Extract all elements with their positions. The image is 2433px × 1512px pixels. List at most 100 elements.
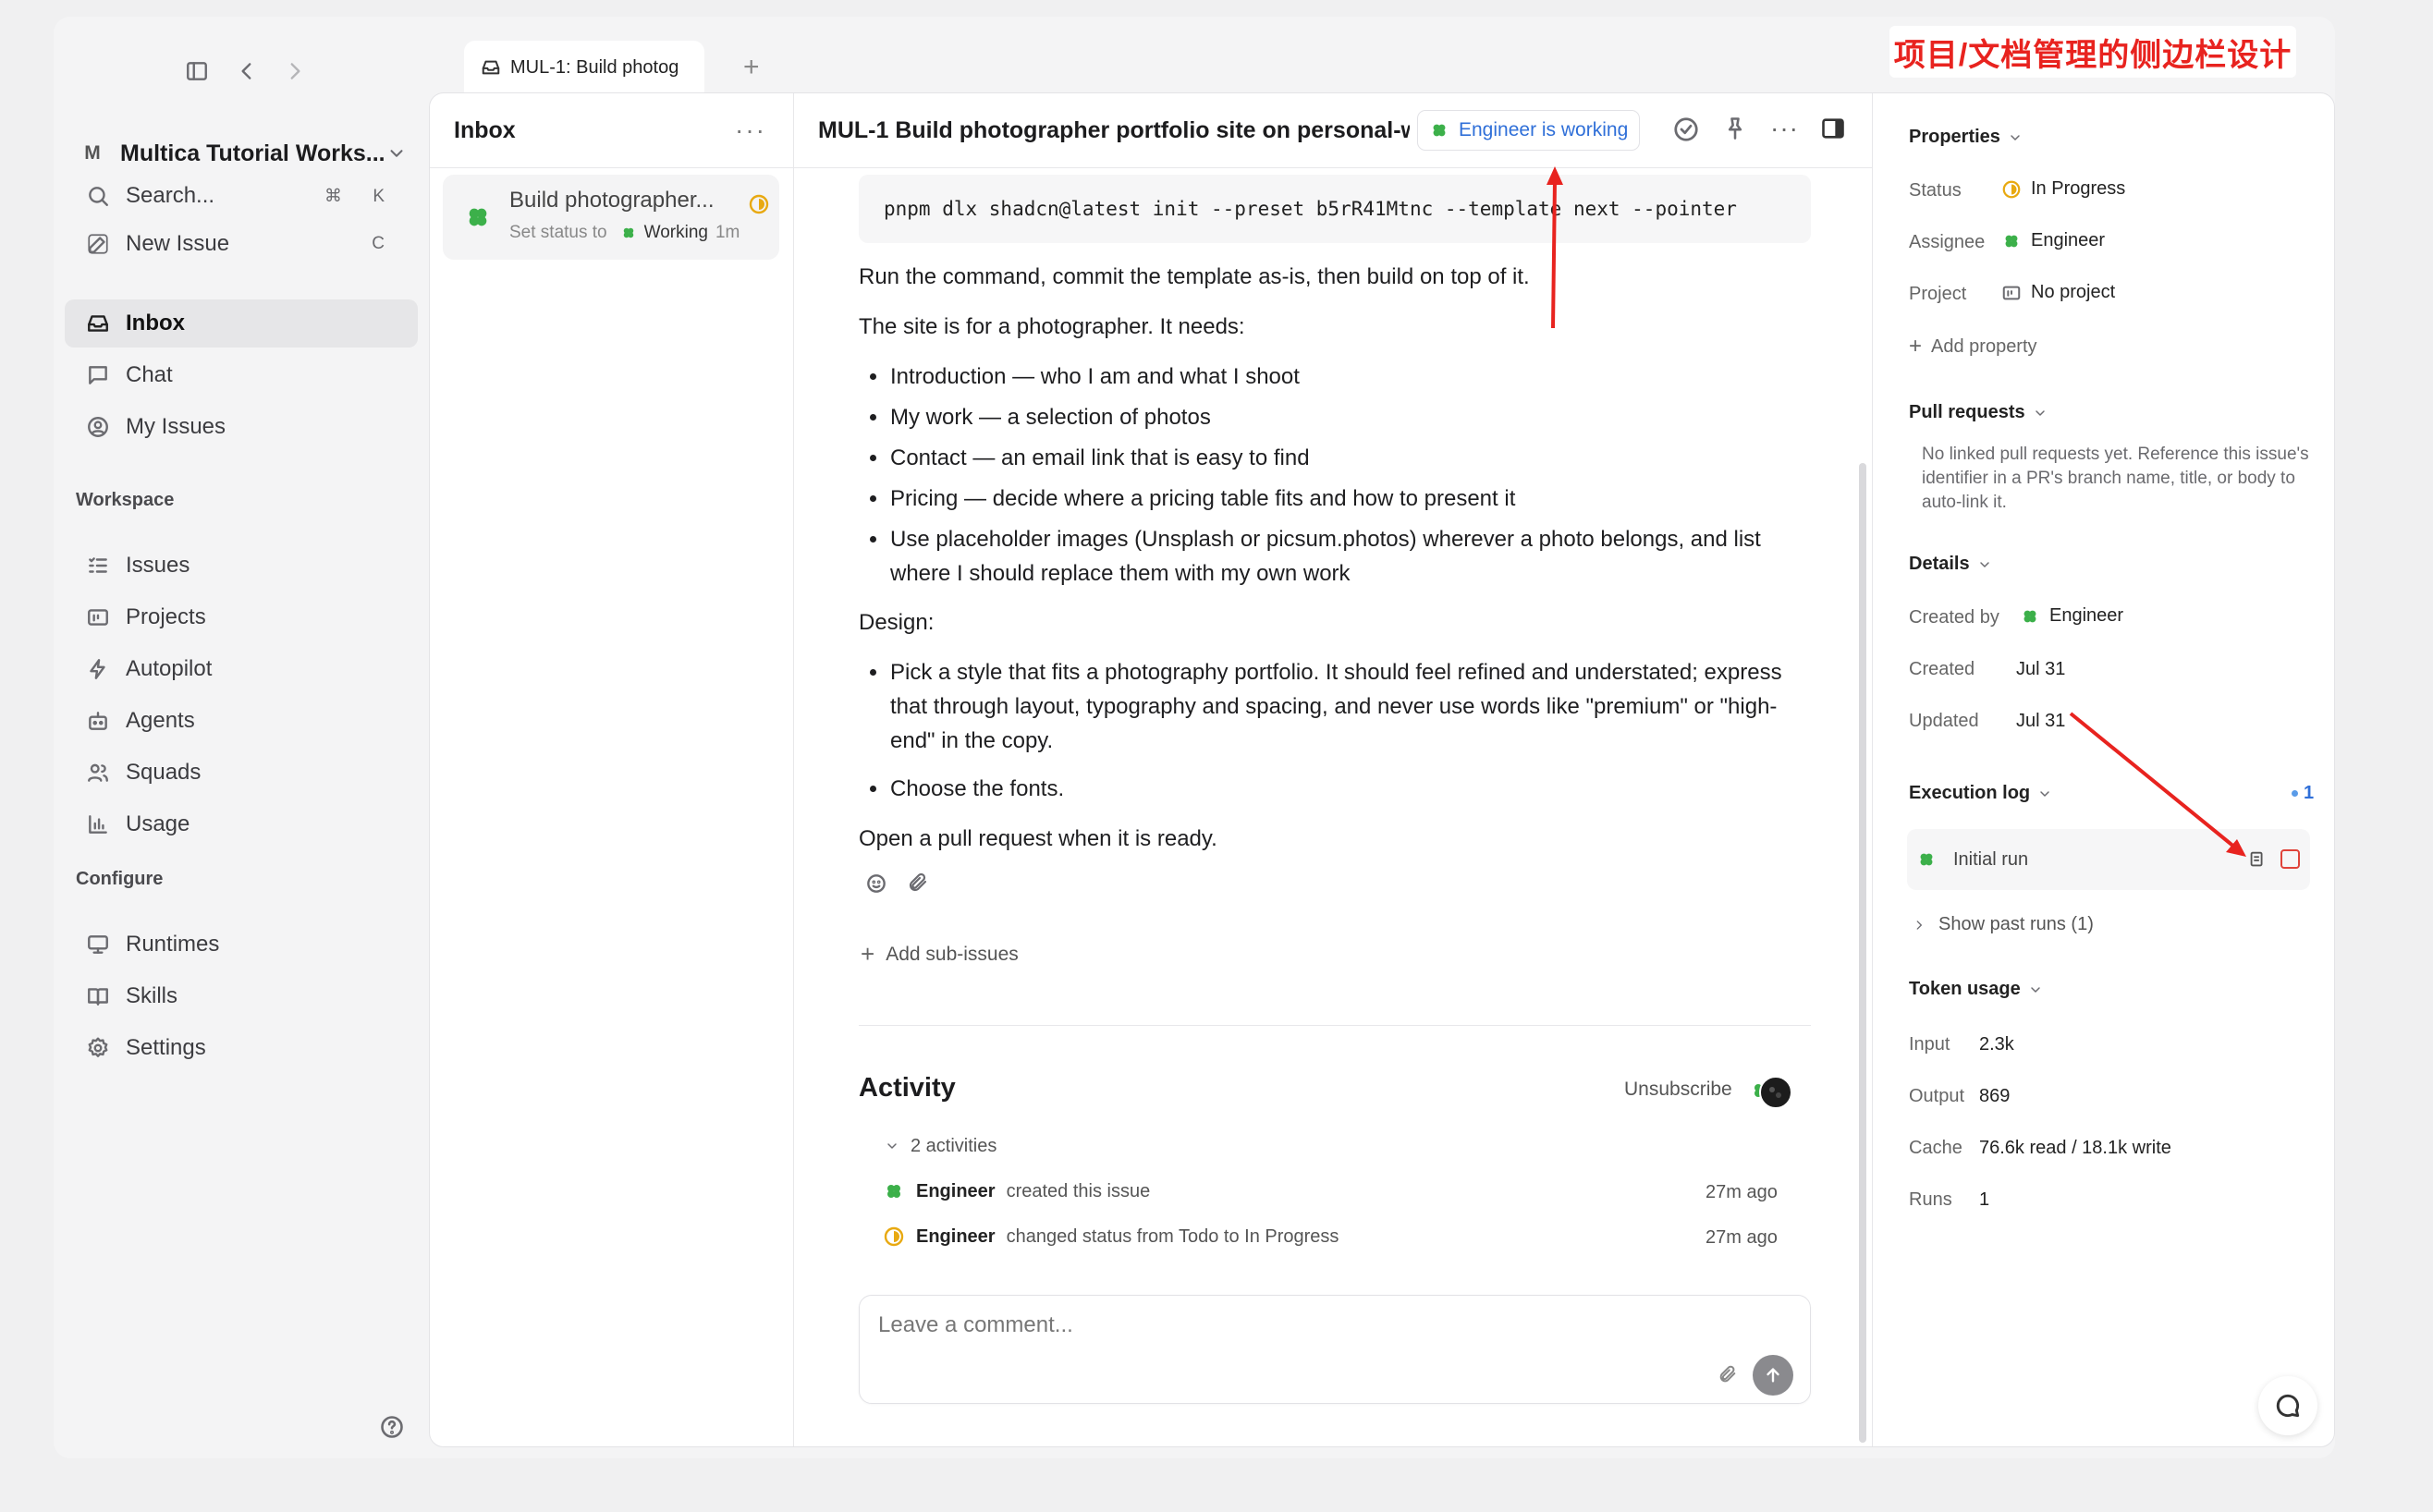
gear-icon (85, 1035, 111, 1061)
show-past-runs-button[interactable]: Show past runs (1) (1913, 914, 2094, 935)
runs-label: Runs (1909, 1189, 1952, 1210)
activity-item: Engineer created this issue (883, 1176, 1150, 1207)
execution-log-heading[interactable]: Execution log (1909, 783, 2052, 804)
properties-heading-label: Properties (1909, 127, 2000, 147)
sidebar-item-agents[interactable]: Agents (65, 697, 418, 745)
content-scrollbar[interactable] (1859, 463, 1866, 1443)
sidebar-item-skills[interactable]: Skills (65, 972, 418, 1020)
chevron-down-icon (887, 1143, 897, 1149)
tab-issue[interactable]: MUL-1: Build photog (464, 41, 704, 94)
toggle-sidebar-icon[interactable] (185, 59, 209, 83)
agent-working-badge[interactable]: Engineer is working (1417, 110, 1641, 151)
chevron-down-icon (2031, 986, 2040, 993)
sidebar-item-autopilot[interactable]: Autopilot (65, 645, 418, 693)
sidebar-item-my-issues[interactable]: My Issues (65, 403, 418, 451)
list-item: Pick a style that fits a photography por… (870, 655, 1815, 758)
token-usage-heading[interactable]: Token usage (1909, 979, 2043, 1000)
new-issue-shortcut: C (372, 234, 397, 253)
details-heading[interactable]: Details (1909, 554, 1992, 575)
status-working: Working (643, 223, 708, 242)
chevron-right-icon (1916, 920, 1922, 930)
updated-label: Updated (1909, 711, 1979, 731)
attachment-icon[interactable] (907, 872, 929, 894)
sidebar-item-issues[interactable]: Issues (65, 542, 418, 590)
sidebar-item-projects[interactable]: Projects (65, 593, 418, 641)
agent-clover-icon (1433, 124, 1446, 137)
sidebar-item-usage[interactable]: Usage (65, 800, 418, 848)
main-panel: Inbox ··· Build photographer... Set stat… (429, 92, 2335, 1447)
sidebar-item-chat[interactable]: Chat (65, 351, 418, 399)
search-shortcut: ⌘ K (324, 186, 397, 206)
list-icon (85, 553, 111, 579)
activity-time: 27m ago (1706, 1182, 1778, 1202)
activity-actor: Engineer (916, 1180, 996, 1201)
inbox-item[interactable]: Build photographer... Set status to Work… (443, 175, 779, 260)
code-block: pnpm dlx shadcn@latest init --preset b5r… (859, 175, 1811, 243)
new-issue-button[interactable]: New Issue C (65, 220, 418, 268)
add-sub-issues-button[interactable]: + Add sub-issues (861, 940, 1019, 969)
activities-toggle[interactable]: 2 activities (885, 1130, 996, 1162)
attachment-icon[interactable] (1718, 1364, 1738, 1384)
input-value: 2.3k (1979, 1034, 2014, 1055)
chat-bubble-button[interactable] (2258, 1376, 2317, 1435)
sidebar-item-label: Issues (126, 553, 190, 578)
emoji-reaction-icon[interactable] (864, 872, 888, 896)
dot-icon (2292, 790, 2298, 797)
sidebar-item-label: Autopilot (126, 656, 213, 681)
output-value: 869 (1979, 1086, 2011, 1106)
sidebar-item-inbox[interactable]: Inbox (65, 299, 418, 348)
stop-run-button[interactable] (2280, 849, 2300, 869)
plus-icon: + (861, 940, 875, 968)
help-icon[interactable] (379, 1414, 405, 1440)
sidebar-item-squads[interactable]: Squads (65, 749, 418, 797)
updated-value: Jul 31 (2016, 711, 2066, 731)
status-value[interactable]: In Progress (2001, 178, 2125, 200)
unsubscribe-button[interactable]: Unsubscribe (1624, 1079, 1732, 1101)
back-icon[interactable] (235, 59, 259, 83)
created-by-name: Engineer (2049, 605, 2124, 626)
project-value[interactable]: No project (2001, 282, 2115, 303)
created-label: Created (1909, 659, 1975, 679)
check-circle-icon[interactable] (1672, 116, 1700, 143)
execution-count-badge: 1 (2292, 783, 2314, 804)
list-item: Contact — an email link that is easy to … (870, 441, 1815, 475)
new-issue-label: New Issue (126, 231, 230, 256)
workspace-heading: Workspace (76, 490, 175, 510)
sidebar-item-runtimes[interactable]: Runtimes (65, 921, 418, 969)
subscriber-avatars (1750, 1073, 1792, 1112)
sidebar-item-label: Runtimes (126, 932, 220, 957)
agent-clover-icon (1920, 853, 1933, 866)
panel-toggle-icon[interactable] (1820, 116, 1846, 141)
chevron-down-icon (2035, 409, 2045, 416)
new-tab-button[interactable]: + (743, 52, 760, 83)
project-name: No project (2031, 282, 2116, 302)
more-options-icon[interactable]: ··· (1770, 114, 1799, 143)
chat-bubble-icon (2276, 1394, 2300, 1418)
output-label: Output (1909, 1086, 1965, 1106)
issue-title: MUL-1 Build photographer portfolio site … (818, 116, 1410, 143)
sidebar-item-label: Skills (126, 983, 178, 1008)
chevron-down-icon (1979, 561, 1989, 567)
sidebar-item-settings[interactable]: Settings (65, 1024, 418, 1072)
comment-box[interactable]: Leave a comment... (859, 1295, 1811, 1404)
sidebar-item-label: Squads (126, 760, 202, 785)
inbox-item-time: 1m (715, 223, 740, 242)
forward-icon[interactable] (283, 59, 307, 83)
transcript-icon[interactable] (2247, 849, 2268, 870)
assignee-label: Assignee (1909, 232, 1986, 252)
pin-icon[interactable] (1722, 116, 1748, 141)
properties-heading[interactable]: Properties (1909, 127, 2023, 148)
assignee-value[interactable]: Engineer (2001, 230, 2105, 251)
inbox-more-button[interactable]: ··· (735, 116, 766, 145)
add-property-button[interactable]: + Add property (1909, 334, 2037, 360)
sidebar-item-label: Inbox (126, 311, 185, 335)
send-button[interactable] (1753, 1355, 1793, 1396)
pull-requests-heading[interactable]: Pull requests (1909, 402, 2048, 423)
execution-run-row[interactable]: Initial run (1907, 829, 2310, 890)
search-button[interactable]: Search... ⌘ K (65, 172, 418, 220)
cache-label: Cache (1909, 1138, 1962, 1158)
workspace-avatar: M (84, 142, 101, 164)
runs-value: 1 (1979, 1189, 1990, 1210)
run-label: Initial run (1953, 849, 2029, 870)
status-prefix: Set status to (509, 223, 607, 242)
